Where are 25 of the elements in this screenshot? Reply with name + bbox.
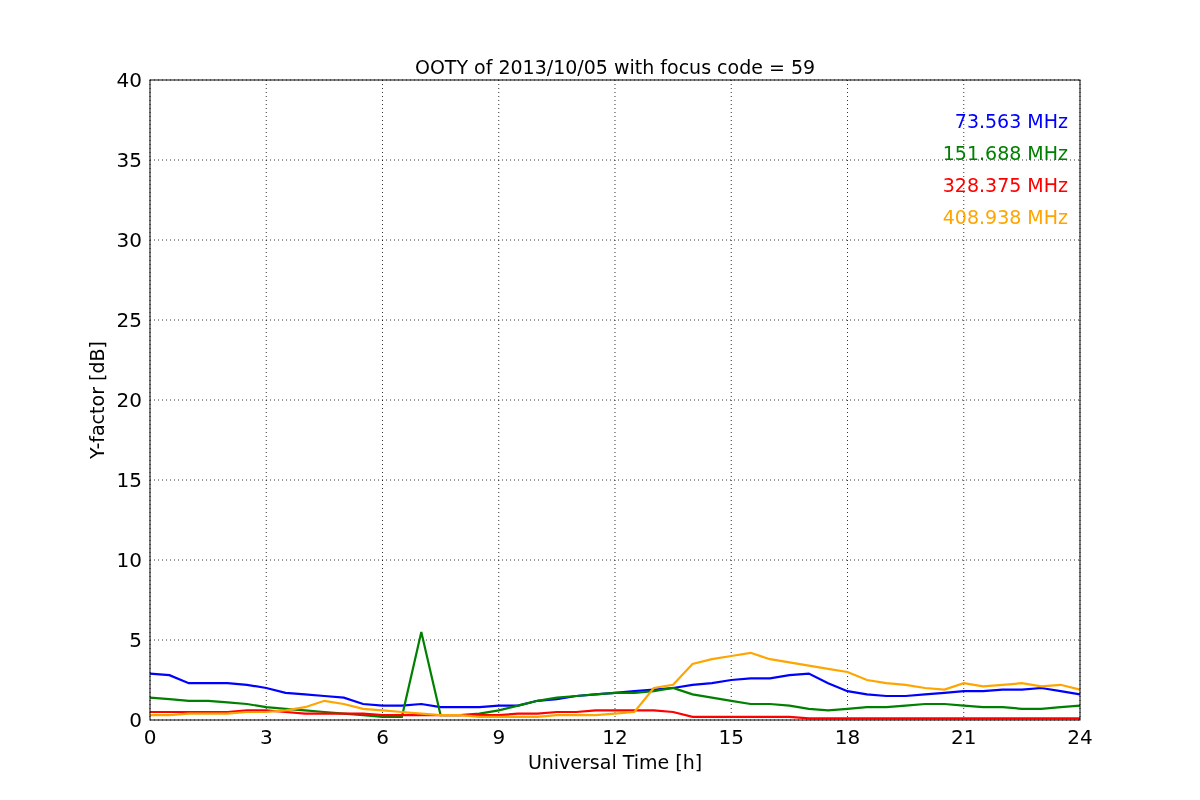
tick-label: 35 — [116, 148, 142, 172]
legend-label: 328.375 MHz — [942, 174, 1068, 196]
tick-label: 20 — [116, 388, 142, 412]
tick-label: 40 — [116, 68, 142, 92]
tick-label: 25 — [116, 308, 142, 332]
tick-label: 9 — [492, 725, 506, 749]
chart-title: OOTY of 2013/10/05 with focus code = 59 — [414, 56, 816, 78]
tick-label: 10 — [116, 548, 142, 572]
tick-label: 18 — [834, 725, 861, 749]
tick-label: 5 — [129, 628, 142, 652]
tick-label: 0 — [129, 708, 142, 732]
legend-label: 151.688 MHz — [942, 142, 1068, 164]
tick-label: 15 — [718, 725, 744, 749]
tick-label: 3 — [259, 725, 273, 749]
tick-label: 21 — [951, 725, 977, 749]
tick-label: 0 — [143, 725, 157, 749]
legend-label: 408.938 MHz — [942, 206, 1068, 228]
tick-label: 6 — [376, 725, 389, 749]
tick-label: 12 — [602, 725, 628, 749]
tick-label: 24 — [1067, 725, 1093, 749]
tick-label: 30 — [116, 228, 142, 252]
tick-label: 15 — [116, 468, 142, 492]
legend-label: 73.563 MHz — [954, 110, 1068, 132]
y-axis-label: Y-factor [dB] — [86, 341, 108, 459]
x-axis-label: Universal Time [h] — [527, 751, 703, 773]
